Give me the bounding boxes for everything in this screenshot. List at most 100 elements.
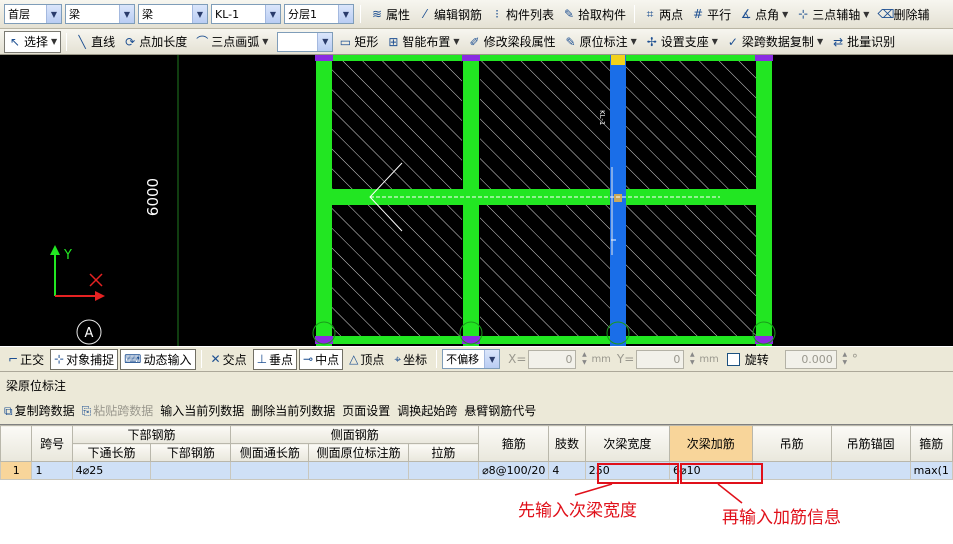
panel-tool-3[interactable]: 删除当前列数据 bbox=[251, 402, 335, 419]
perpendicular-button[interactable]: ⊥ 垂点 bbox=[252, 348, 298, 370]
x-input[interactable]: 0 bbox=[528, 349, 577, 369]
y-spinner-icon[interactable]: ▲ ▼ bbox=[687, 351, 697, 368]
rectangle-icon: ▭ bbox=[339, 34, 352, 49]
batch-recognize-icon: ⇄ bbox=[833, 34, 844, 49]
object-snap-button[interactable]: ⊹ 对象捕捉 bbox=[50, 348, 119, 370]
point-angle-icon: ∡ bbox=[740, 7, 752, 21]
chevron-down-icon[interactable]: ▼ bbox=[317, 32, 333, 51]
panel-tool-4[interactable]: 页面设置 bbox=[342, 402, 390, 419]
element-subtype-select[interactable]: 梁 ▼ bbox=[138, 4, 208, 24]
x-arrow-icon bbox=[95, 291, 105, 301]
beam-plan-drawing[interactable]: 6000 KL-1 Y A bbox=[0, 55, 953, 346]
drawing-canvas[interactable]: 6000 KL-1 Y A bbox=[0, 55, 953, 346]
chevron-down-icon[interactable]: ▼ bbox=[863, 10, 869, 19]
chevron-down-icon[interactable]: ▼ bbox=[265, 5, 280, 23]
panel-tool-label: 调换起始跨 bbox=[397, 404, 458, 418]
set-support-button[interactable]: ✢ 设置支座 ▼ bbox=[642, 31, 721, 53]
rotate-spinner-icon[interactable]: ▲ ▼ bbox=[840, 351, 850, 368]
component-list-button[interactable]: ⁝ 构件列表 bbox=[487, 3, 557, 25]
arc-button[interactable]: ⌒ 三点画弧 ▼ bbox=[192, 31, 271, 53]
rectangle-button[interactable]: ▭ 矩形 bbox=[335, 31, 381, 53]
midpoint-button[interactable]: ⊸ 中点 bbox=[299, 348, 344, 370]
chevron-down-icon[interactable]: ▼ bbox=[46, 5, 61, 23]
perpendicular-icon: ⊥ bbox=[256, 352, 268, 366]
chevron-down-icon[interactable]: ▼ bbox=[453, 37, 459, 46]
arc-mode-select[interactable]: ▼ bbox=[277, 31, 334, 52]
orthogonal-button[interactable]: ⌐ 正交 bbox=[4, 349, 48, 370]
dynamic-input-button[interactable]: ⌨ 动态输入 bbox=[120, 348, 196, 370]
intersection-icon: ✕ bbox=[210, 352, 221, 366]
rotate-input[interactable]: 0.000 bbox=[784, 349, 837, 369]
copy-span-data-button[interactable]: ✓ 梁跨数据复制 ▼ bbox=[723, 31, 826, 53]
main-toolbar: 首层 ▼ 梁 ▼ 梁 ▼ KL-1 ▼ 分层1 ▼ ≋ 属性 ⁄ 编辑钢筋 ⁝ 构件列表 ✎ 拾取构件 ⌗… bbox=[0, 0, 953, 29]
delete-axis-label: 删除辅 bbox=[893, 7, 930, 22]
panel-tool-0[interactable]: ⧉ 复制跨数据 bbox=[4, 402, 75, 419]
component-name-select[interactable]: KL-1 ▼ bbox=[211, 4, 281, 24]
line-button[interactable]: ╲ 直线 bbox=[72, 31, 118, 53]
beam-grip[interactable] bbox=[614, 194, 622, 202]
beam[interactable] bbox=[316, 336, 772, 344]
select-button[interactable]: ↖ 选择 ▼ bbox=[4, 30, 62, 53]
set-support-icon: ✢ bbox=[646, 34, 657, 49]
delete-axis-button[interactable]: ⌫ 删除辅 bbox=[874, 3, 932, 25]
point-angle-button[interactable]: ∡ 点角 ▼ bbox=[736, 3, 791, 25]
panel-tool-2[interactable]: 输入当前列数据 bbox=[160, 402, 244, 419]
modify-beam-props-icon: ✐ bbox=[469, 34, 480, 49]
in-situ-annotation-icon: ✎ bbox=[565, 34, 576, 49]
rotate-checkbox[interactable] bbox=[726, 352, 740, 366]
parallel-button[interactable]: # 平行 bbox=[688, 3, 734, 25]
modify-beam-props-button[interactable]: ✐ 修改梁段属性 bbox=[465, 31, 559, 53]
panel-tool-1[interactable]: ⎘ 粘贴跨数据 bbox=[82, 402, 154, 419]
column-node bbox=[315, 336, 333, 344]
panel-tool-5[interactable]: 调换起始跨 bbox=[397, 402, 457, 419]
smart-layout-button[interactable]: ⊞ 智能布置 ▼ bbox=[383, 31, 462, 53]
point-length-button[interactable]: ⟳ 点加长度 bbox=[120, 31, 190, 53]
coordinate-label: 坐标 bbox=[403, 352, 428, 367]
layer-select[interactable]: 分层1 ▼ bbox=[284, 4, 354, 24]
column-node bbox=[755, 336, 773, 344]
panel-tool-label: 输入当前列数据 bbox=[160, 404, 245, 418]
batch-recognize-button[interactable]: ⇄ 批量识别 bbox=[828, 31, 898, 53]
chevron-down-icon[interactable]: ▼ bbox=[262, 37, 268, 46]
offset-select[interactable]: 不偏移 ▼ bbox=[442, 349, 501, 369]
floor-select[interactable]: 首层 ▼ bbox=[4, 4, 62, 24]
vertex-button[interactable]: △ 顶点 bbox=[345, 349, 388, 370]
y-input[interactable]: 0 bbox=[636, 349, 685, 369]
three-point-axis-button[interactable]: ⊹ 三点辅轴 ▼ bbox=[793, 3, 872, 25]
chevron-down-icon[interactable]: ▼ bbox=[817, 37, 823, 46]
copy-span-data-icon: ✓ bbox=[727, 34, 738, 49]
slab-hatch bbox=[480, 205, 610, 337]
paste-icon: ⎘ bbox=[81, 404, 92, 418]
chevron-down-icon[interactable]: ▼ bbox=[51, 37, 57, 46]
pick-component-button[interactable]: ✎ 拾取构件 bbox=[559, 3, 629, 25]
coordinate-button[interactable]: ⌖ 坐标 bbox=[390, 349, 431, 370]
panel-title: 梁原位标注 bbox=[0, 373, 953, 398]
column-node bbox=[315, 55, 333, 61]
beam[interactable] bbox=[316, 55, 772, 61]
chevron-down-icon[interactable]: ▼ bbox=[782, 10, 788, 19]
x-spinner-icon[interactable]: ▲ ▼ bbox=[579, 351, 589, 368]
panel-tool-6[interactable]: 悬臂钢筋代号 bbox=[464, 402, 536, 419]
edit-rebar-button[interactable]: ⁄ 编辑钢筋 bbox=[415, 3, 485, 25]
chevron-down-icon[interactable]: ▼ bbox=[631, 37, 637, 46]
vertex-label: 顶点 bbox=[360, 352, 385, 367]
slab-hatch bbox=[626, 205, 756, 337]
object-snap-icon: ⊹ bbox=[54, 352, 65, 366]
two-point-button[interactable]: ⌗ 两点 bbox=[640, 3, 686, 25]
properties-button[interactable]: ≋ 属性 bbox=[367, 3, 413, 25]
element-type-select[interactable]: 梁 ▼ bbox=[65, 4, 135, 24]
properties-label: 属性 bbox=[386, 7, 411, 22]
in-situ-annotation-button[interactable]: ✎ 原位标注 ▼ bbox=[561, 31, 640, 53]
column-node bbox=[462, 55, 480, 61]
chevron-down-icon[interactable]: ▼ bbox=[484, 350, 500, 368]
parallel-icon: # bbox=[693, 7, 704, 21]
set-support-label: 设置支座 bbox=[660, 35, 709, 49]
intersection-button[interactable]: ✕ 交点 bbox=[207, 349, 251, 370]
chevron-down-icon[interactable]: ▼ bbox=[119, 5, 134, 23]
chevron-down-icon[interactable]: ▼ bbox=[338, 5, 353, 23]
annotation-first: 先输入次梁宽度 bbox=[518, 501, 637, 521]
chevron-down-icon[interactable]: ▼ bbox=[712, 37, 718, 46]
chevron-down-icon[interactable]: ▼ bbox=[192, 5, 207, 23]
component-list-icon: ⁝ bbox=[495, 7, 499, 21]
two-point-label: 两点 bbox=[659, 7, 684, 22]
